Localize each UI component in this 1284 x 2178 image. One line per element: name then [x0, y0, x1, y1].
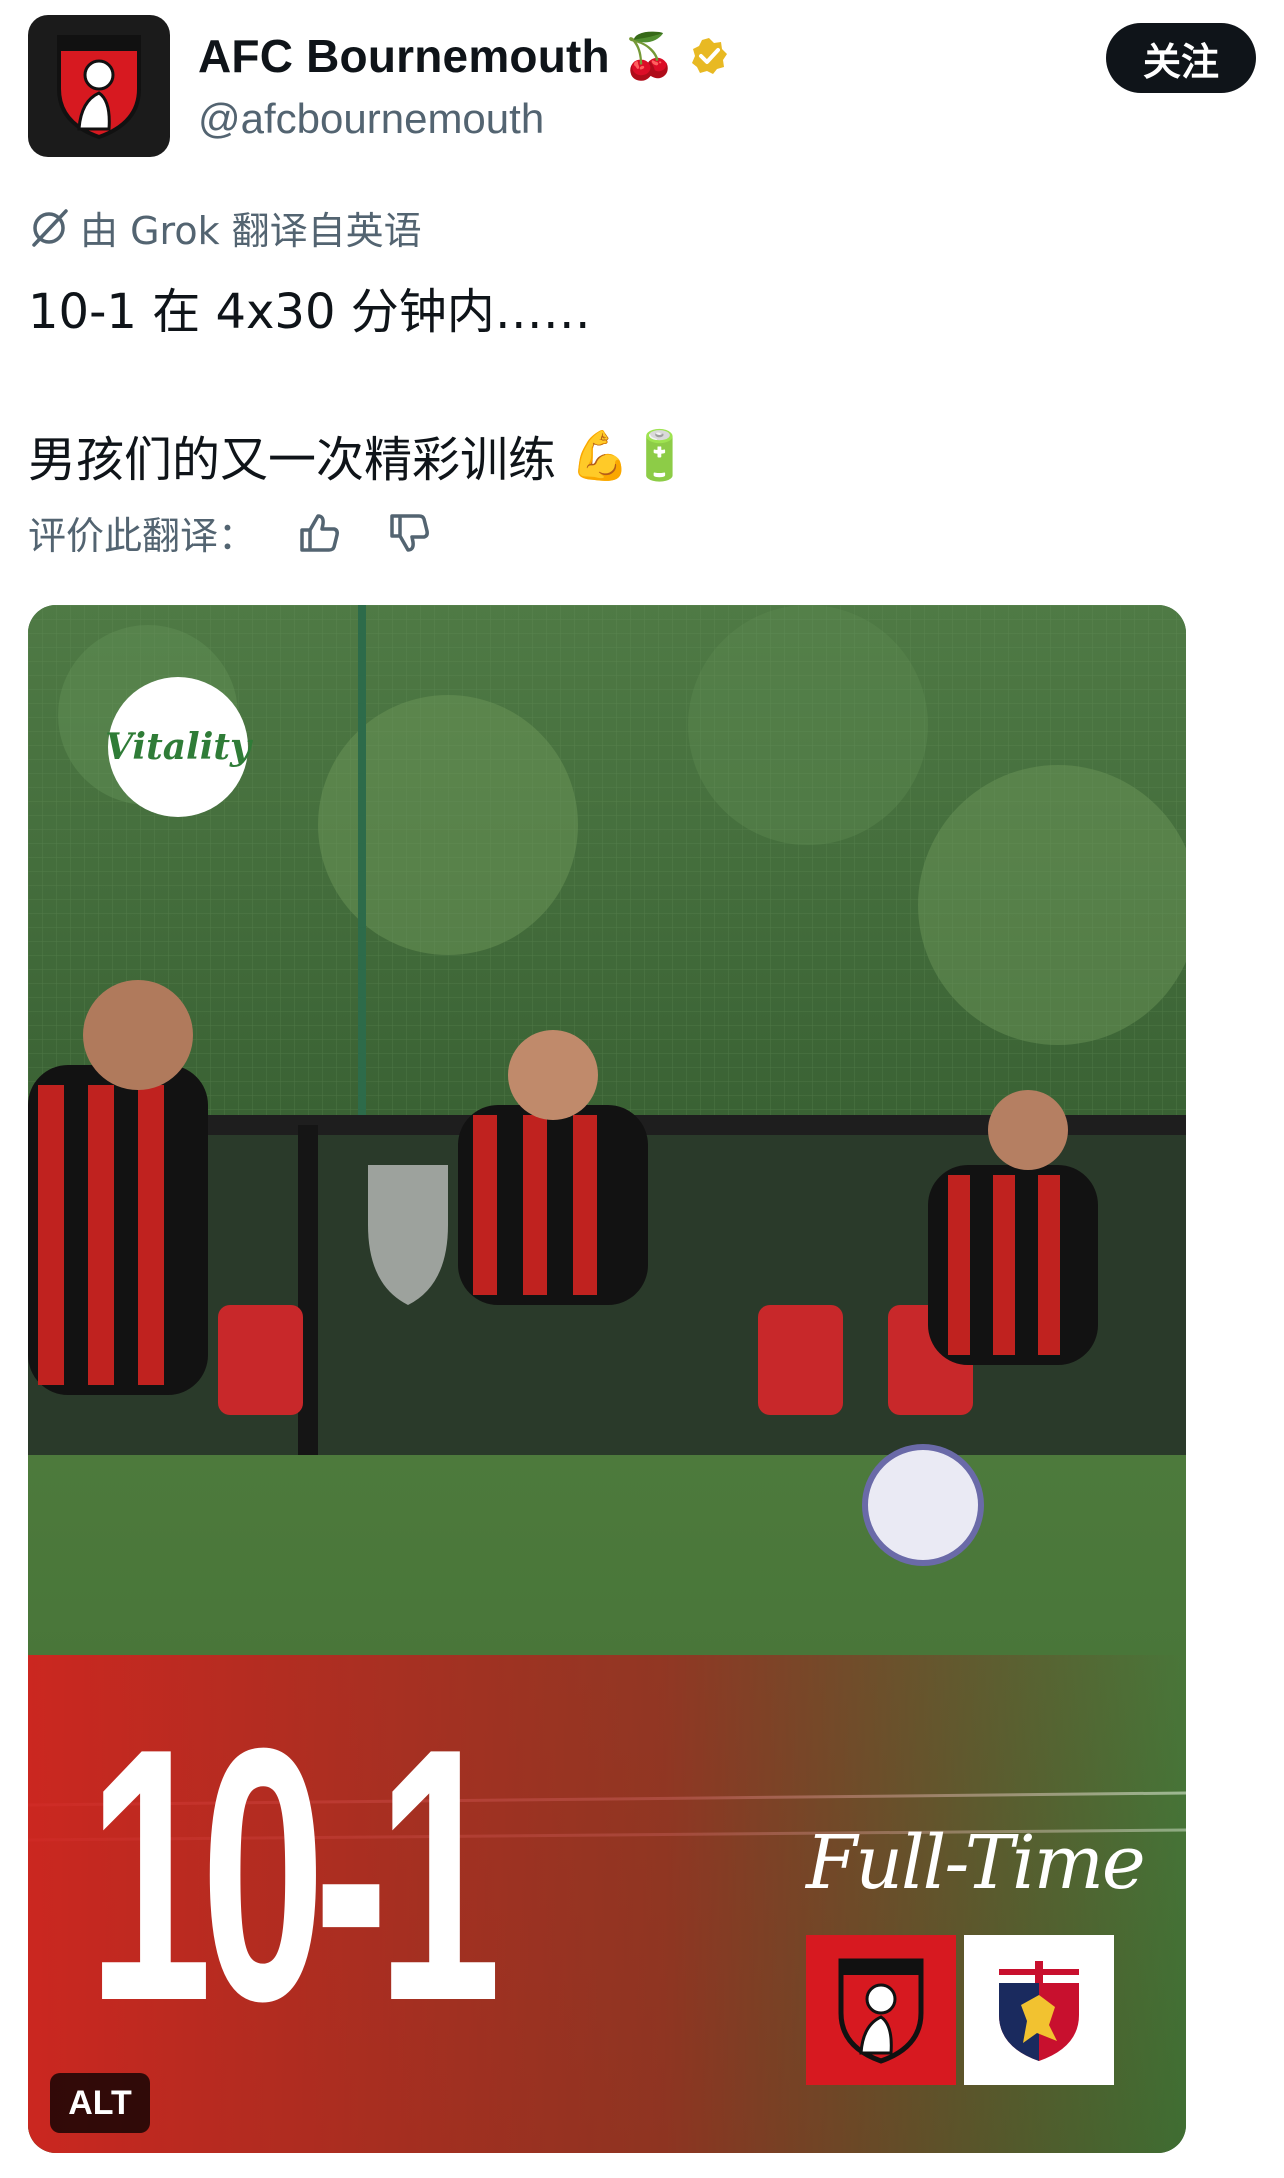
- vitality-sponsor-logo: Vitality: [105, 677, 251, 817]
- match-score: 10-1: [88, 1674, 501, 2076]
- tweet-text-line-2: 男孩们的又一次精彩训练 💪🔋: [28, 420, 690, 490]
- translation-note: 由 Grok 翻译自英语: [28, 200, 422, 255]
- alt-text-badge[interactable]: ALT: [50, 2073, 150, 2133]
- full-time-label: Full-Time: [806, 1820, 1146, 1906]
- follow-button[interactable]: 关注: [1106, 23, 1256, 93]
- rate-translation-label: 评价此翻译：: [28, 514, 257, 558]
- afc-bournemouth-crest-icon: [806, 1935, 956, 2085]
- afc-bournemouth-crest-icon: [57, 35, 141, 140]
- thumbs-up-icon[interactable]: [292, 506, 346, 560]
- display-name[interactable]: AFC Bournemouth: [198, 29, 610, 83]
- tweet-media-image[interactable]: Vitality 10-1 Full-Time ALT: [28, 605, 1186, 2153]
- thumbs-down-icon[interactable]: [382, 506, 436, 560]
- name-row: AFC Bournemouth 🍒: [198, 29, 729, 83]
- translation-note-text: 由 Grok 翻译自英语: [80, 209, 422, 253]
- account-avatar[interactable]: [28, 15, 170, 157]
- tweet-text-1: 10-1 在 4x30 分钟内……: [28, 284, 591, 340]
- tweet-header: AFC Bournemouth 🍒 @afcbournemouth 关注: [28, 15, 1256, 160]
- rate-translation-row: 评价此翻译：: [28, 505, 436, 560]
- grok-icon: [32, 208, 68, 247]
- cherry-emoji: 🍒: [621, 32, 677, 81]
- verified-badge-icon: [691, 38, 727, 74]
- flex-battery-emoji: 💪🔋: [570, 427, 690, 484]
- account-handle[interactable]: @afcbournemouth: [198, 95, 544, 143]
- tweet-text-2: 男孩们的又一次精彩训练: [28, 432, 557, 488]
- tweet-text-line-1: 10-1 在 4x30 分钟内……: [28, 272, 591, 342]
- genoa-crest-icon: [964, 1935, 1114, 2085]
